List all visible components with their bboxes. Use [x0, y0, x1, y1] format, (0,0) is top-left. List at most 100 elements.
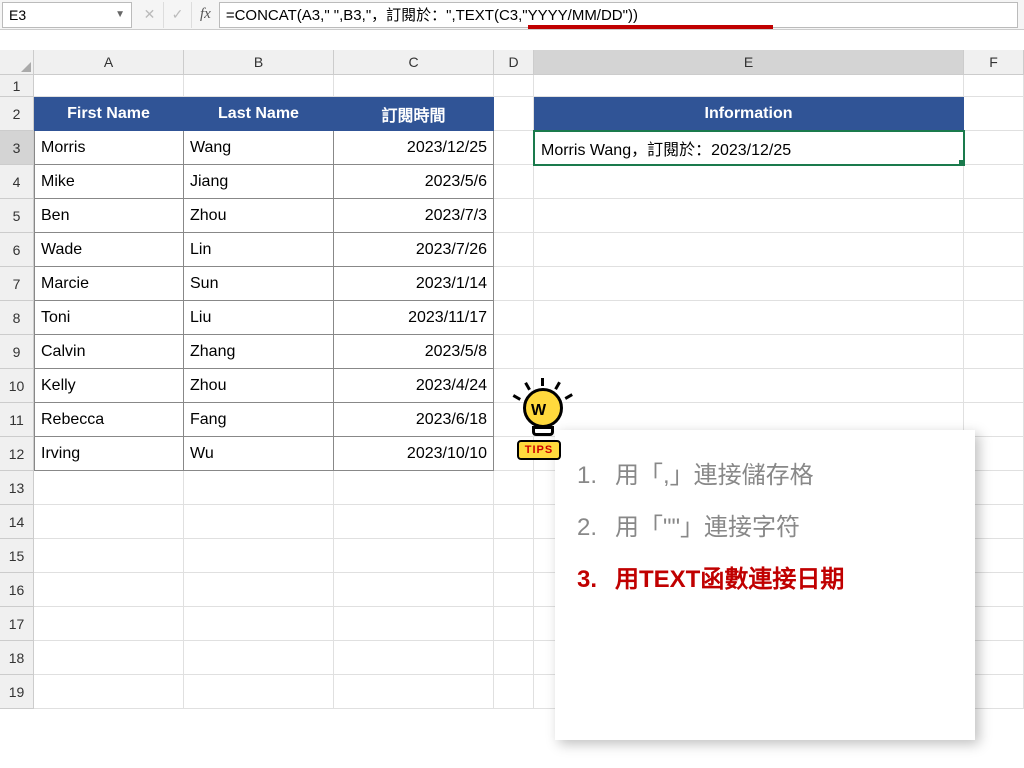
cell-E1[interactable]	[534, 75, 964, 97]
cell-B17[interactable]	[184, 607, 334, 641]
cell-A15[interactable]	[34, 539, 184, 573]
row-header-3[interactable]: 3	[0, 131, 34, 165]
cell-C7[interactable]: 2023/1/14	[334, 267, 494, 301]
cell-D17[interactable]	[494, 607, 534, 641]
col-header-E[interactable]: E	[534, 50, 964, 75]
cell-D5[interactable]	[494, 199, 534, 233]
cell-B18[interactable]	[184, 641, 334, 675]
cell-A8[interactable]: Toni	[34, 301, 184, 335]
cell-A17[interactable]	[34, 607, 184, 641]
row-header-5[interactable]: 5	[0, 199, 34, 233]
cell-A14[interactable]	[34, 505, 184, 539]
cell-F9[interactable]	[964, 335, 1024, 369]
cell-B1[interactable]	[184, 75, 334, 97]
cell-C9[interactable]: 2023/5/8	[334, 335, 494, 369]
cell-D7[interactable]	[494, 267, 534, 301]
row-header-8[interactable]: 8	[0, 301, 34, 335]
row-header-19[interactable]: 19	[0, 675, 34, 709]
cell-C3[interactable]: 2023/12/25	[334, 131, 494, 165]
cell-A10[interactable]: Kelly	[34, 369, 184, 403]
col-header-C[interactable]: C	[334, 50, 494, 75]
cell-F4[interactable]	[964, 165, 1024, 199]
cell-D9[interactable]	[494, 335, 534, 369]
cell-C8[interactable]: 2023/11/17	[334, 301, 494, 335]
cell-D6[interactable]	[494, 233, 534, 267]
col-header-F[interactable]: F	[964, 50, 1024, 75]
cell-A1[interactable]	[34, 75, 184, 97]
cell-E6[interactable]	[534, 233, 964, 267]
cell-B5[interactable]: Zhou	[184, 199, 334, 233]
col-header-A[interactable]: A	[34, 50, 184, 75]
cell-D1[interactable]	[494, 75, 534, 97]
cell-D18[interactable]	[494, 641, 534, 675]
cell-B3[interactable]: Wang	[184, 131, 334, 165]
cell-C11[interactable]: 2023/6/18	[334, 403, 494, 437]
cell-E2[interactable]: Information	[534, 97, 964, 131]
cell-C2[interactable]: 訂閱時間	[334, 97, 494, 131]
cell-A16[interactable]	[34, 573, 184, 607]
cell-B13[interactable]	[184, 471, 334, 505]
select-all-corner[interactable]	[0, 50, 34, 75]
cell-C1[interactable]	[334, 75, 494, 97]
cell-B4[interactable]: Jiang	[184, 165, 334, 199]
cell-E7[interactable]	[534, 267, 964, 301]
cell-A2[interactable]: First Name	[34, 97, 184, 131]
cell-B8[interactable]: Liu	[184, 301, 334, 335]
cell-E5[interactable]	[534, 199, 964, 233]
cell-A19[interactable]	[34, 675, 184, 709]
row-header-1[interactable]: 1	[0, 75, 34, 97]
row-header-12[interactable]: 12	[0, 437, 34, 471]
cell-C10[interactable]: 2023/4/24	[334, 369, 494, 403]
row-header-7[interactable]: 7	[0, 267, 34, 301]
cell-F6[interactable]	[964, 233, 1024, 267]
cell-D15[interactable]	[494, 539, 534, 573]
cell-F1[interactable]	[964, 75, 1024, 97]
cell-A5[interactable]: Ben	[34, 199, 184, 233]
confirm-icon[interactable]: ✓	[164, 2, 192, 28]
row-header-14[interactable]: 14	[0, 505, 34, 539]
row-header-16[interactable]: 16	[0, 573, 34, 607]
row-header-15[interactable]: 15	[0, 539, 34, 573]
cell-E3[interactable]: Morris Wang，訂閱於：2023/12/25	[534, 131, 964, 165]
cell-D13[interactable]	[494, 471, 534, 505]
cell-B9[interactable]: Zhang	[184, 335, 334, 369]
name-box[interactable]: E3 ▼	[2, 2, 132, 28]
cell-A11[interactable]: Rebecca	[34, 403, 184, 437]
cell-A13[interactable]	[34, 471, 184, 505]
cell-C13[interactable]	[334, 471, 494, 505]
cell-F5[interactable]	[964, 199, 1024, 233]
cell-A18[interactable]	[34, 641, 184, 675]
cell-B11[interactable]: Fang	[184, 403, 334, 437]
col-header-B[interactable]: B	[184, 50, 334, 75]
cell-E8[interactable]	[534, 301, 964, 335]
chevron-down-icon[interactable]: ▼	[115, 9, 125, 20]
cell-E10[interactable]	[534, 369, 964, 403]
row-header-11[interactable]: 11	[0, 403, 34, 437]
cell-E9[interactable]	[534, 335, 964, 369]
cell-F2[interactable]	[964, 97, 1024, 131]
cell-D8[interactable]	[494, 301, 534, 335]
cell-B6[interactable]: Lin	[184, 233, 334, 267]
cell-B19[interactable]	[184, 675, 334, 709]
cell-D19[interactable]	[494, 675, 534, 709]
cell-C14[interactable]	[334, 505, 494, 539]
cell-A12[interactable]: Irving	[34, 437, 184, 471]
cell-A7[interactable]: Marcie	[34, 267, 184, 301]
row-header-6[interactable]: 6	[0, 233, 34, 267]
cell-C19[interactable]	[334, 675, 494, 709]
row-header-4[interactable]: 4	[0, 165, 34, 199]
cell-C18[interactable]	[334, 641, 494, 675]
cell-C5[interactable]: 2023/7/3	[334, 199, 494, 233]
cell-F10[interactable]	[964, 369, 1024, 403]
cell-F8[interactable]	[964, 301, 1024, 335]
formula-input[interactable]: =CONCAT(A3," ",B3,"，訂閱於：",TEXT(C3,"YYYY/…	[219, 2, 1018, 28]
cell-B15[interactable]	[184, 539, 334, 573]
row-header-18[interactable]: 18	[0, 641, 34, 675]
cell-B7[interactable]: Sun	[184, 267, 334, 301]
row-header-10[interactable]: 10	[0, 369, 34, 403]
cell-F3[interactable]	[964, 131, 1024, 165]
cell-C15[interactable]	[334, 539, 494, 573]
row-header-13[interactable]: 13	[0, 471, 34, 505]
cell-C6[interactable]: 2023/7/26	[334, 233, 494, 267]
cell-D14[interactable]	[494, 505, 534, 539]
